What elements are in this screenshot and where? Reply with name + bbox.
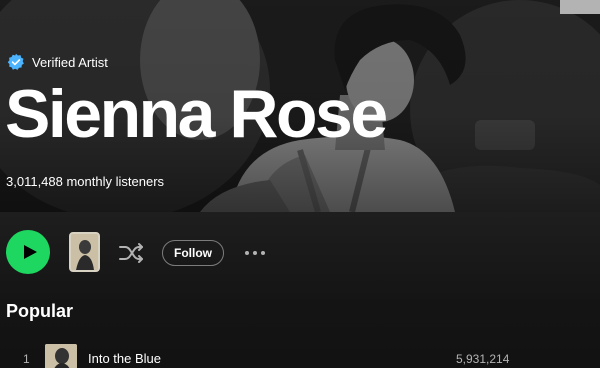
play-icon <box>23 245 37 259</box>
track-artwork-image <box>45 344 77 368</box>
artist-name: Sienna Rose <box>5 76 388 152</box>
track-play-count: 5,931,214 <box>456 352 510 366</box>
monthly-listeners: 3,011,488 monthly listeners <box>6 174 165 189</box>
album-thumbnail-image <box>71 234 98 270</box>
play-button[interactable] <box>6 230 50 274</box>
track-title[interactable]: Into the Blue <box>88 351 161 366</box>
popular-section-title: Popular <box>6 301 74 321</box>
artist-actions-section: Follow Popular 1 Into the Blue 5,931,214 <box>0 212 600 368</box>
verified-badge-icon <box>7 53 24 70</box>
track-number: 1 <box>23 352 30 366</box>
track-artwork <box>45 344 77 368</box>
verified-artist-badge: Verified Artist <box>7 53 108 71</box>
follow-button[interactable]: Follow <box>162 240 224 266</box>
shuffle-icon[interactable] <box>118 242 144 264</box>
preview-thumbnail-button[interactable] <box>69 232 100 272</box>
track-row[interactable]: 1 Into the Blue 5,931,214 <box>0 342 600 368</box>
more-options-icon[interactable] <box>243 245 267 261</box>
artist-header: Verified Artist Sienna Rose 3,011,488 mo… <box>0 0 600 212</box>
verified-label: Verified Artist <box>32 54 108 70</box>
